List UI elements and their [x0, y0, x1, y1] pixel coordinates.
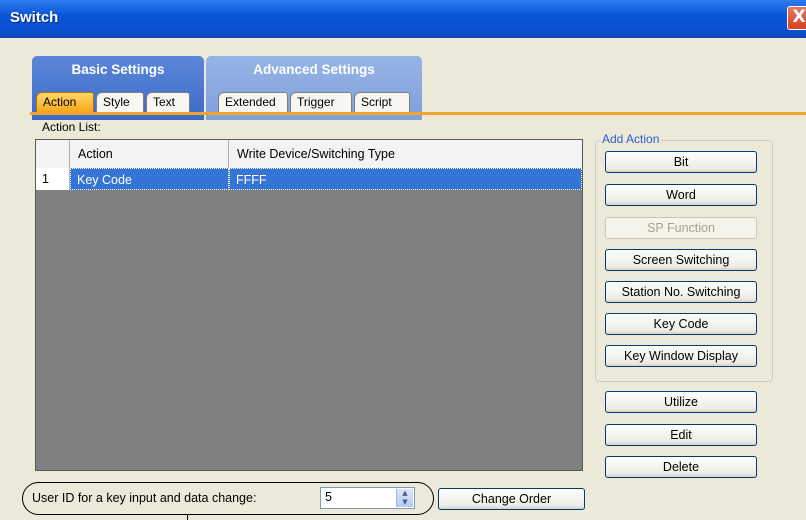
- tab-script[interactable]: Script: [354, 92, 410, 112]
- change-order-button-label: Change Order: [471, 492, 552, 506]
- tab-underline: [30, 112, 806, 115]
- basic-settings-label: Basic Settings: [71, 62, 165, 77]
- sp-function-button-label: SP Function: [647, 221, 715, 235]
- tab-action[interactable]: Action: [36, 92, 94, 112]
- word-button[interactable]: Word: [605, 184, 757, 206]
- tab-text[interactable]: Text: [146, 92, 190, 112]
- action-list-table[interactable]: Action Write Device/Switching Type 1 Key…: [35, 139, 583, 471]
- user-id-label: User ID for a key input and data change:: [32, 491, 257, 505]
- user-id-spinner[interactable]: 5 ▲ ▼: [320, 487, 415, 509]
- tab-extended[interactable]: Extended: [218, 92, 288, 112]
- row-action[interactable]: Key Code: [70, 168, 229, 190]
- bit-button-label: Bit: [673, 155, 689, 169]
- station-no-switching-button-label: Station No. Switching: [621, 285, 741, 299]
- change-order-button[interactable]: Change Order: [438, 488, 585, 510]
- tab-style-label: Style: [103, 95, 130, 109]
- close-icon: X: [792, 7, 806, 27]
- screen-switching-button[interactable]: Screen Switching: [605, 249, 757, 271]
- user-id-value[interactable]: 5: [325, 490, 332, 504]
- tab-text-label: Text: [153, 95, 176, 109]
- tab-style[interactable]: Style: [96, 92, 144, 112]
- key-window-display-button[interactable]: Key Window Display: [605, 345, 757, 367]
- key-code-button[interactable]: Key Code: [605, 313, 757, 335]
- tab-trigger[interactable]: Trigger: [290, 92, 352, 112]
- window-title: Switch: [10, 9, 59, 26]
- station-no-switching-button[interactable]: Station No. Switching: [605, 281, 757, 303]
- key-window-display-button-label: Key Window Display: [624, 349, 738, 363]
- sp-function-button: SP Function: [605, 217, 757, 239]
- action-list-label: Action List:: [42, 120, 101, 134]
- add-action-legend: Add Action: [600, 132, 662, 146]
- screen-switching-button-label: Screen Switching: [632, 253, 730, 267]
- title-bar[interactable]: Switch X: [0, 0, 806, 38]
- key-code-button-label: Key Code: [653, 317, 709, 331]
- delete-button-label: Delete: [662, 460, 700, 474]
- row-index: 1: [36, 168, 70, 190]
- spin-down-icon[interactable]: ▼: [397, 498, 413, 507]
- utilize-button[interactable]: Utilize: [605, 391, 757, 413]
- col-header-index[interactable]: [36, 140, 70, 168]
- utilize-button-label: Utilize: [663, 395, 699, 409]
- col-header-action[interactable]: Action: [70, 140, 229, 168]
- tab-script-label: Script: [361, 95, 392, 109]
- advanced-settings-label: Advanced Settings: [253, 62, 375, 77]
- col-header-write-device[interactable]: Write Device/Switching Type: [229, 140, 582, 168]
- close-button[interactable]: X: [787, 6, 806, 30]
- switch-dialog: Switch X Basic Settings Action Style Tex…: [0, 0, 806, 520]
- delete-button[interactable]: Delete: [605, 456, 757, 478]
- edit-button[interactable]: Edit: [605, 424, 757, 446]
- spinner-arrows[interactable]: ▲ ▼: [396, 489, 413, 507]
- callout-pointer: [187, 515, 188, 520]
- tab-trigger-label: Trigger: [297, 95, 335, 109]
- table-row[interactable]: 1 Key Code FFFF: [36, 168, 582, 190]
- word-button-label: Word: [666, 188, 696, 202]
- edit-button-label: Edit: [670, 428, 692, 442]
- row-write-device[interactable]: FFFF: [229, 168, 582, 190]
- spin-up-icon[interactable]: ▲: [397, 489, 413, 498]
- table-header: Action Write Device/Switching Type: [36, 140, 582, 169]
- tab-extended-label: Extended: [225, 95, 276, 109]
- tab-action-label: Action: [43, 95, 77, 109]
- bit-button[interactable]: Bit: [605, 151, 757, 173]
